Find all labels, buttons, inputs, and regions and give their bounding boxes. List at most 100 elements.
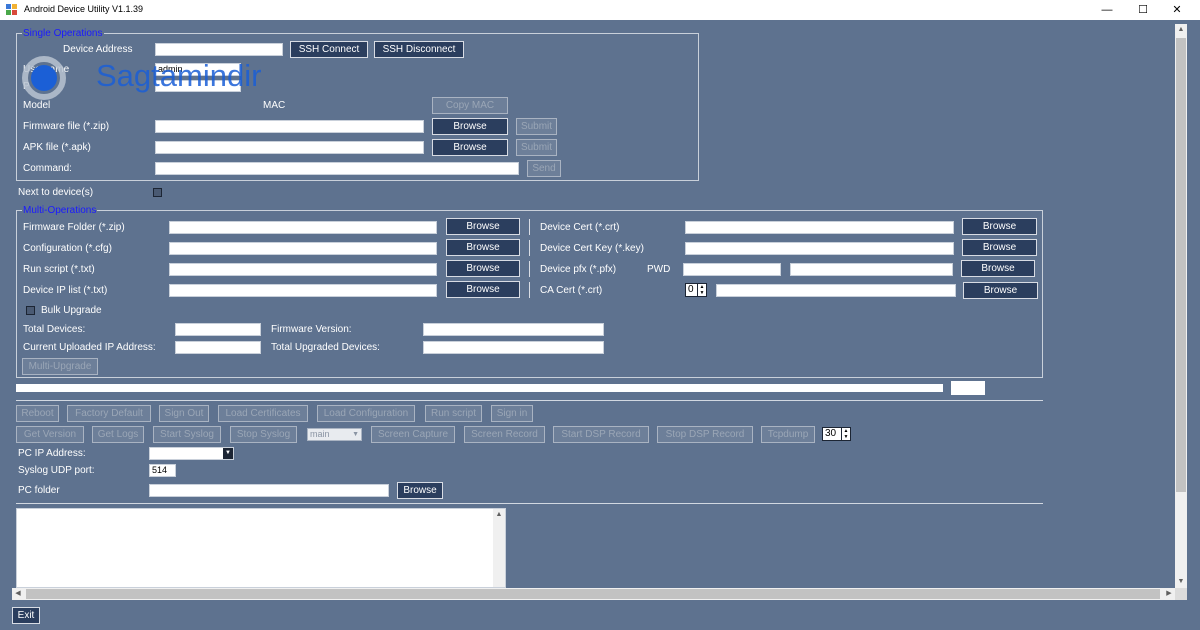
spin-arrows-icon[interactable]: ▲ ▼: [697, 284, 706, 296]
pfx-password-input[interactable]: [790, 263, 953, 276]
run-script-browse-button[interactable]: Browse: [446, 260, 520, 277]
vertical-scrollbar-thumb[interactable]: [1176, 38, 1186, 492]
device-pfx-input[interactable]: [683, 263, 781, 276]
spin-arrows-icon[interactable]: ▲ ▼: [841, 428, 850, 440]
scroll-up-icon[interactable]: ▲: [1175, 24, 1187, 36]
apk-file-input[interactable]: [155, 141, 424, 154]
firmware-folder-browse-button[interactable]: Browse: [446, 218, 520, 235]
send-button[interactable]: Send: [527, 160, 561, 177]
pc-folder-browse-button[interactable]: Browse: [397, 482, 443, 499]
device-pfx-browse-button[interactable]: Browse: [961, 260, 1035, 277]
divider: [16, 400, 1043, 401]
reboot-button[interactable]: Reboot: [16, 405, 59, 422]
get-version-button[interactable]: Get Version: [16, 426, 84, 443]
main-select-value: main: [310, 429, 330, 439]
column-separator: [529, 219, 530, 235]
model-label: Model: [23, 100, 51, 111]
device-address-input[interactable]: [155, 43, 283, 56]
pc-folder-input[interactable]: [149, 484, 389, 497]
progress-value-field: [951, 381, 985, 395]
total-upgraded-field: [423, 341, 604, 354]
multi-upgrade-button[interactable]: Multi-Upgrade: [22, 358, 98, 375]
factory-default-button[interactable]: Factory Default: [67, 405, 151, 422]
device-cert-input[interactable]: [685, 221, 954, 234]
title-bar: Android Device Utility V1.1.39 — ☐ ✕: [0, 0, 1200, 20]
run-script-button[interactable]: Run script: [425, 405, 482, 422]
device-cert-key-input[interactable]: [685, 242, 954, 255]
bulk-upgrade-checkbox[interactable]: [26, 306, 35, 315]
bulk-upgrade-label: Bulk Upgrade: [41, 305, 102, 316]
device-cert-key-browse-button[interactable]: Browse: [962, 239, 1037, 256]
watermark-logo-dot: [31, 65, 57, 91]
scroll-left-icon[interactable]: ◀: [12, 588, 24, 600]
firmware-folder-label: Firmware Folder (*.zip): [23, 222, 125, 233]
log-scrollbar[interactable]: ▲: [493, 509, 505, 587]
tcpdump-button[interactable]: Tcpdump: [761, 426, 815, 443]
close-button[interactable]: ✕: [1154, 0, 1200, 20]
command-input[interactable]: [155, 162, 519, 175]
device-cert-key-label: Device Cert Key (*.key): [540, 243, 644, 254]
start-dsp-record-button[interactable]: Start DSP Record: [553, 426, 649, 443]
firmware-submit-button[interactable]: Submit: [516, 118, 557, 135]
column-separator: [529, 240, 530, 256]
sign-in-button[interactable]: Sign in: [491, 405, 533, 422]
device-ip-list-browse-button[interactable]: Browse: [446, 281, 520, 298]
load-certificates-button[interactable]: Load Certificates: [218, 405, 308, 422]
device-address-label: Device Address: [63, 44, 133, 55]
pc-folder-label: PC folder: [18, 485, 60, 496]
total-upgraded-label: Total Upgraded Devices:: [271, 342, 380, 353]
apk-browse-button[interactable]: Browse: [432, 139, 508, 156]
screen-capture-button[interactable]: Screen Capture: [371, 426, 455, 443]
next-to-devices-checkbox[interactable]: [153, 188, 162, 197]
total-devices-field: [175, 323, 261, 336]
syslog-udp-port-input[interactable]: 514: [149, 464, 176, 477]
firmware-folder-input[interactable]: [169, 221, 437, 234]
firmware-version-field: [423, 323, 604, 336]
exit-button[interactable]: Exit: [12, 607, 40, 624]
run-script-input[interactable]: [169, 263, 437, 276]
divider: [16, 503, 1043, 504]
device-cert-label: Device Cert (*.crt): [540, 222, 620, 233]
column-separator: [529, 282, 530, 298]
firmware-version-label: Firmware Version:: [271, 324, 352, 335]
apk-file-label: APK file (*.apk): [23, 142, 91, 153]
copy-mac-button[interactable]: Copy MAC: [432, 97, 508, 114]
scroll-down-icon[interactable]: ▼: [1175, 576, 1187, 588]
configuration-browse-button[interactable]: Browse: [446, 239, 520, 256]
stop-dsp-record-button[interactable]: Stop DSP Record: [657, 426, 753, 443]
watermark-text: Sagtamindir: [96, 58, 262, 93]
stop-syslog-button[interactable]: Stop Syslog: [230, 426, 297, 443]
firmware-file-input[interactable]: [155, 120, 424, 133]
ssh-disconnect-button[interactable]: SSH Disconnect: [374, 41, 464, 58]
ssh-connect-button[interactable]: SSH Connect: [290, 41, 368, 58]
scroll-right-icon[interactable]: ▶: [1163, 588, 1175, 600]
run-script-label: Run script (*.txt): [23, 264, 95, 275]
scrollbar-corner: [1175, 588, 1187, 600]
main-select[interactable]: main ▼: [307, 428, 362, 441]
log-textarea[interactable]: ▲: [16, 508, 506, 588]
window-title: Android Device Utility V1.1.39: [24, 4, 144, 14]
load-configuration-button[interactable]: Load Configuration: [317, 405, 415, 422]
device-ip-list-input[interactable]: [169, 284, 437, 297]
pc-ip-address-dropdown[interactable]: ▼: [149, 447, 234, 460]
sign-out-button[interactable]: Sign Out: [159, 405, 209, 422]
configuration-input[interactable]: [169, 242, 437, 255]
device-cert-browse-button[interactable]: Browse: [962, 218, 1037, 235]
screen-record-button[interactable]: Screen Record: [464, 426, 545, 443]
record-seconds-spinbox[interactable]: 30 ▲ ▼: [822, 427, 851, 441]
get-logs-button[interactable]: Get Logs: [92, 426, 144, 443]
ca-cert-browse-button[interactable]: Browse: [963, 282, 1038, 299]
firmware-browse-button[interactable]: Browse: [432, 118, 508, 135]
ca-cert-spin-value: 0: [688, 284, 694, 295]
scroll-up-icon[interactable]: ▲: [493, 509, 505, 521]
record-seconds-value: 30: [825, 428, 837, 439]
ca-cert-spinbox[interactable]: 0 ▲ ▼: [685, 283, 707, 297]
configuration-label: Configuration (*.cfg): [23, 243, 112, 254]
apk-submit-button[interactable]: Submit: [516, 139, 557, 156]
command-label: Command:: [23, 163, 72, 174]
chevron-down-icon[interactable]: ▼: [223, 448, 233, 459]
start-syslog-button[interactable]: Start Syslog: [153, 426, 221, 443]
horizontal-scrollbar-thumb[interactable]: [26, 589, 1160, 599]
app-icon: [6, 4, 17, 15]
ca-cert-input[interactable]: [716, 284, 956, 297]
